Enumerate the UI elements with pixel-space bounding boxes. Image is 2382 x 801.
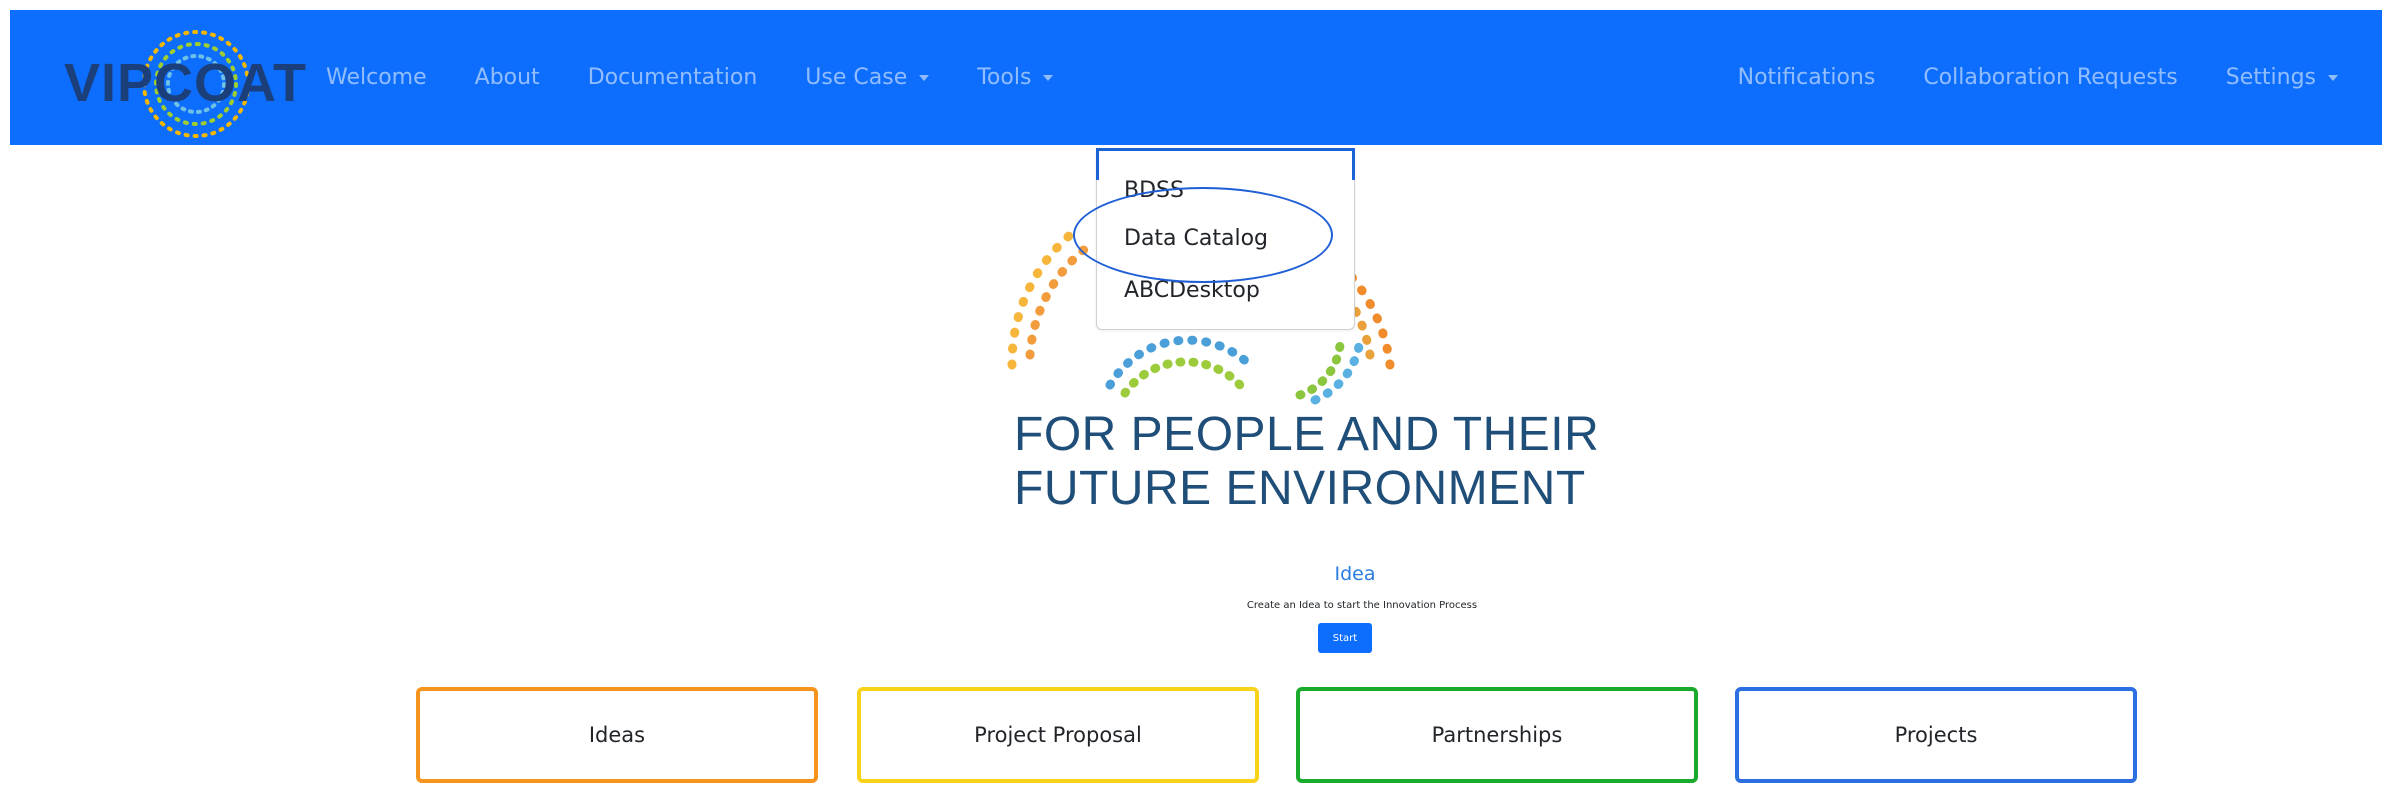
nav-settings-label: Settings — [2225, 65, 2316, 90]
tools-dropdown-menu: BDSS Data Catalog ABCDesktop — [1096, 148, 1355, 330]
card-project-proposal[interactable]: Project Proposal — [857, 687, 1259, 783]
card-project-proposal-label: Project Proposal — [974, 723, 1142, 747]
nav-collaboration-requests-label: Collaboration Requests — [1923, 65, 2178, 90]
brand-name: VIPCOAT — [64, 53, 308, 113]
tagline-line-1: FOR PEOPLE AND THEIR — [1014, 408, 1600, 461]
nav-use-case-label: Use Case — [805, 65, 908, 90]
nav-notifications-label: Notifications — [1737, 65, 1876, 90]
caret-down-icon — [2328, 74, 2338, 81]
nav-collaboration-requests[interactable]: Collaboration Requests — [1923, 65, 2177, 90]
card-projects-label: Projects — [1894, 723, 1978, 747]
idea-title-text: Idea — [1334, 563, 1376, 585]
nav-tools-label: Tools — [977, 65, 1032, 90]
nav-documentation[interactable]: Documentation — [588, 65, 758, 90]
card-projects[interactable]: Projects — [1735, 687, 2137, 783]
nav-welcome[interactable]: Welcome — [326, 65, 427, 90]
card-ideas[interactable]: Ideas — [416, 687, 818, 783]
nav-settings-dropdown[interactable]: Settings — [2226, 65, 2338, 90]
nav-welcome-label: Welcome — [326, 65, 427, 90]
caret-down-icon — [1043, 74, 1054, 81]
tagline-line-2: FUTURE ENVIRONMENT — [1014, 462, 1586, 515]
nav-left: Welcome About Documentation Use Case Too… — [302, 10, 1077, 145]
card-ideas-label: Ideas — [588, 723, 646, 747]
top-navbar: VIPCOAT Welcome About Documentation Use … — [10, 10, 2382, 145]
nav-tools-dropdown[interactable]: Tools — [977, 65, 1054, 90]
nav-about[interactable]: About — [475, 65, 540, 90]
card-partnerships[interactable]: Partnerships — [1296, 687, 1698, 783]
nav-use-case-dropdown[interactable]: Use Case — [805, 65, 930, 90]
menu-item-bdss[interactable]: BDSS — [1124, 178, 1184, 203]
nav-documentation-label: Documentation — [587, 65, 758, 90]
menu-item-data-catalog[interactable]: Data Catalog — [1124, 226, 1268, 251]
hero-tagline: FOR PEOPLE AND THEIR FUTURE ENVIRONMENT — [1014, 408, 1614, 516]
idea-description-text: Create an Idea to start the Innovation P… — [1246, 600, 1478, 611]
start-button[interactable]: Start — [1318, 623, 1372, 653]
caret-down-icon — [919, 74, 930, 81]
card-partnerships-label: Partnerships — [1431, 723, 1563, 747]
nav-notifications[interactable]: Notifications — [1738, 65, 1876, 90]
nav-right: Notifications Collaboration Requests Set… — [1714, 10, 2362, 145]
brand-logo[interactable]: VIPCOAT — [36, 20, 306, 140]
menu-item-abcdesktop[interactable]: ABCDesktop — [1124, 278, 1260, 303]
nav-about-label: About — [474, 65, 540, 90]
dropdown-focus-border — [1096, 148, 1355, 180]
